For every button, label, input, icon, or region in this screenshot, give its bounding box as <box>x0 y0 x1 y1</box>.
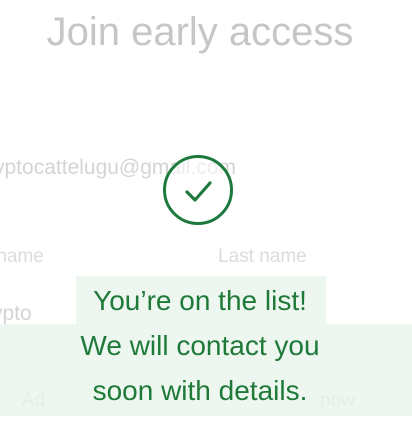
checkmark-icon <box>185 181 212 202</box>
page-title: Join early access <box>46 10 354 54</box>
success-line-3: soon with details. <box>92 375 308 406</box>
early-access-page: Join early access l yptocattelugu@gmail.… <box>0 0 412 436</box>
success-line-1: You’re on the list! <box>93 285 307 316</box>
success-message: You’re on the list! We will contact you … <box>0 278 400 413</box>
last-name-label: Last name <box>218 246 307 267</box>
first-name-label: -name <box>0 246 44 267</box>
success-line-2: We will contact you <box>80 330 320 361</box>
check-circle-icon <box>163 155 233 225</box>
